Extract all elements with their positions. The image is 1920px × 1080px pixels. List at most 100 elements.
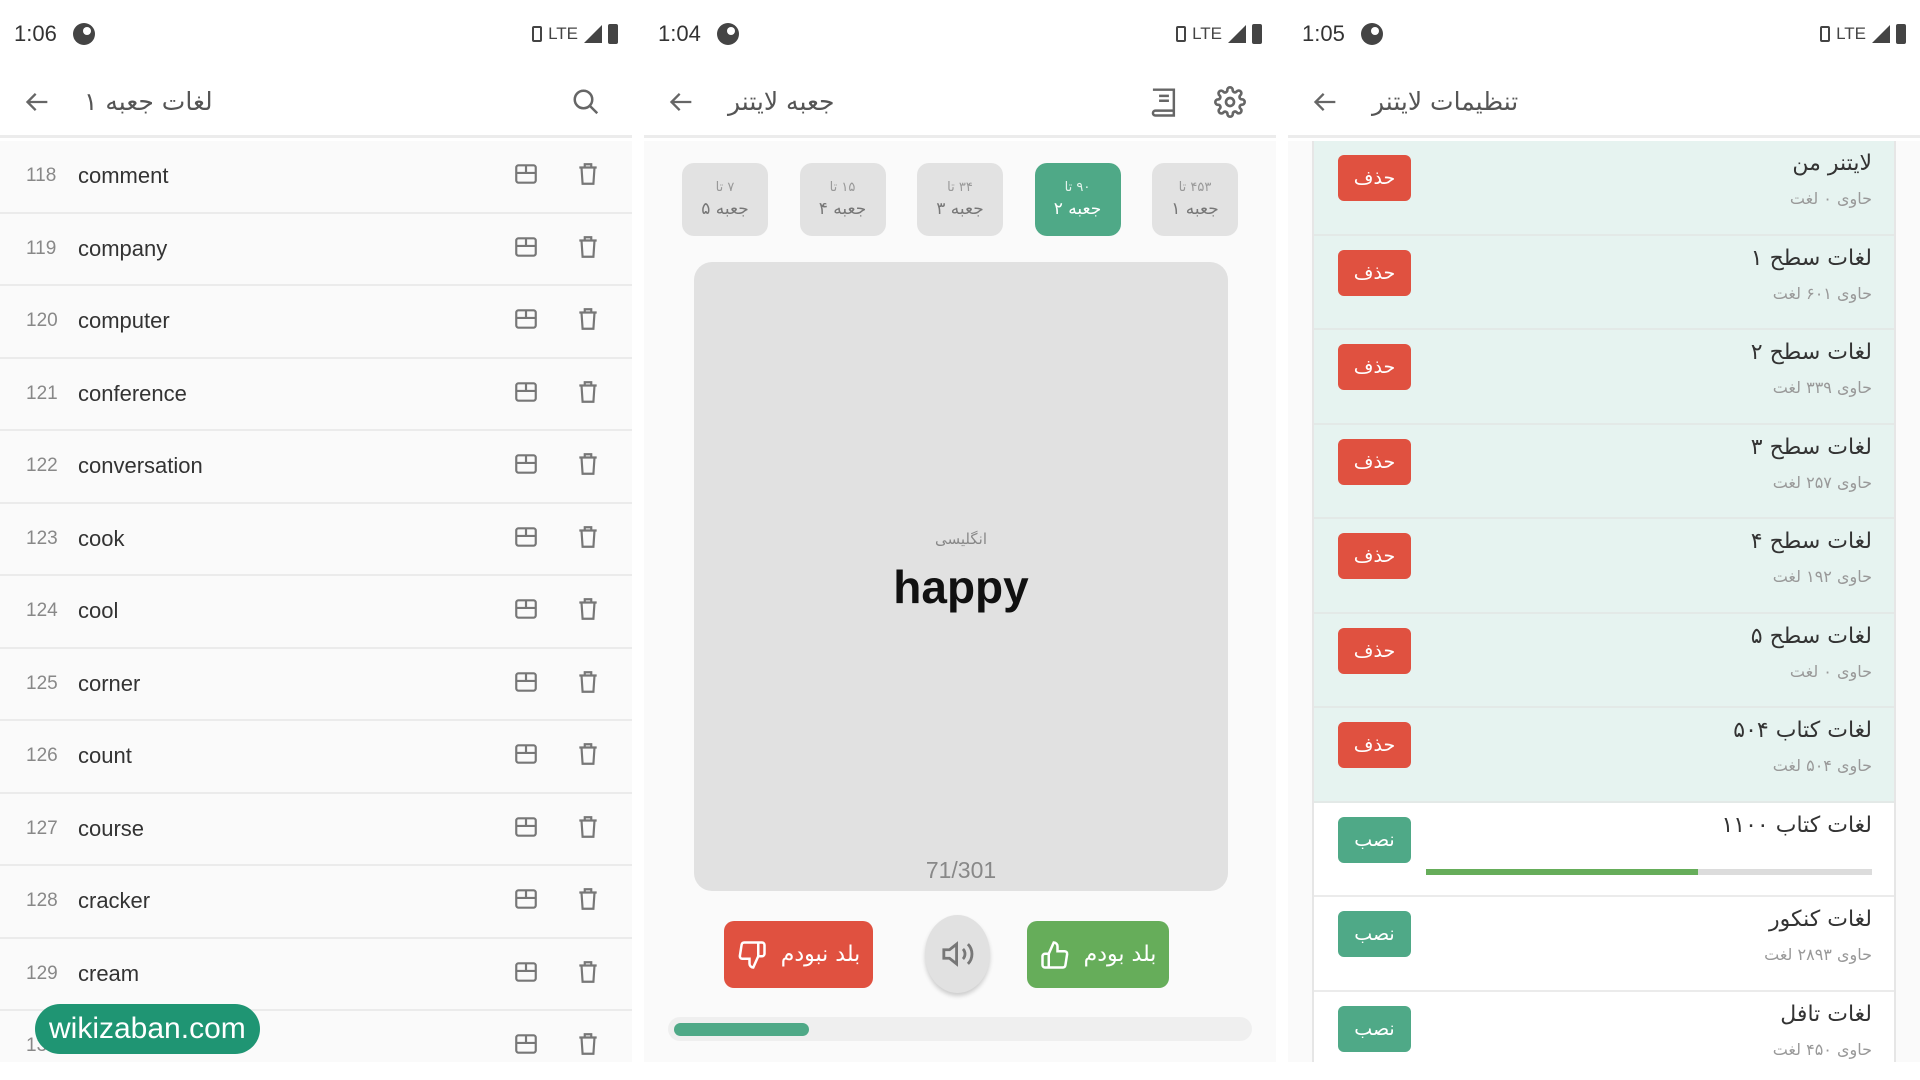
page-title: تنظیمات لایتنر [1372, 87, 1519, 116]
delete-word-button[interactable] [570, 376, 606, 412]
install-package-button[interactable]: نصب [1338, 911, 1411, 957]
package-subtitle: حاوی ۲۵۷ لغت [1772, 472, 1872, 492]
delete-word-button[interactable] [570, 158, 606, 194]
move-to-box-button[interactable] [508, 303, 544, 339]
word-row[interactable]: 118 comment [0, 141, 632, 214]
move-to-box-button[interactable] [508, 231, 544, 267]
word-number: 128 [26, 890, 58, 912]
word-number: 118 [26, 165, 57, 187]
box-tab-1[interactable]: ۴۵۳ تا جعبه ۱ [1152, 163, 1238, 236]
word-row[interactable]: 119 company [0, 214, 632, 286]
back-button[interactable] [1308, 84, 1344, 120]
notification-app-icon [72, 23, 95, 45]
move-to-box-button[interactable] [508, 376, 544, 412]
move-to-box-button[interactable] [508, 811, 544, 847]
trash-icon [575, 451, 601, 481]
move-to-box-button[interactable] [508, 448, 544, 484]
delete-word-button[interactable] [570, 231, 606, 267]
delete-word-button[interactable] [570, 521, 606, 557]
back-button[interactable] [664, 84, 700, 120]
box-tab-4[interactable]: ۱۵ تا جعبه ۴ [799, 163, 886, 236]
vibrate-icon [1820, 26, 1831, 42]
delete-word-button[interactable] [570, 811, 606, 847]
word-number: 125 [26, 672, 58, 694]
word-row[interactable]: 120 computer [0, 286, 632, 359]
delete-word-button[interactable] [570, 883, 606, 919]
delete-word-button[interactable] [570, 448, 606, 484]
move-to-box-button[interactable] [508, 158, 544, 194]
vibrate-icon [1176, 26, 1187, 42]
move-to-box-button[interactable] [508, 593, 544, 629]
delete-package-button[interactable]: حذف [1338, 344, 1411, 390]
word-row[interactable]: 122 conversation [0, 431, 632, 504]
word-list-button[interactable] [1146, 84, 1182, 120]
move-to-box-button[interactable] [508, 738, 544, 774]
knew-button[interactable]: بلد بودم [1027, 921, 1169, 988]
package-title: لغات سطح ۴ [1750, 529, 1872, 554]
move-to-box-button[interactable] [508, 666, 544, 702]
word-row[interactable]: 123 cook [0, 504, 632, 576]
network-type: LTE [1192, 24, 1222, 43]
word-row[interactable]: 124 cool [0, 576, 632, 649]
word-number: 120 [26, 310, 58, 332]
search-button[interactable] [568, 84, 604, 120]
delete-word-button[interactable] [570, 956, 606, 992]
word-row[interactable]: 127 course [0, 794, 632, 866]
box-name: جعبه ۴ [818, 199, 867, 219]
box-count: ۷ تا [715, 180, 735, 195]
word-text: conversation [78, 453, 203, 479]
package-row: لغات تافل حاوی ۴۵۰ لغت نصب [1314, 991, 1894, 1062]
delete-package-button[interactable]: حذف [1338, 627, 1411, 674]
didnt-know-button[interactable]: بلد نبودم [724, 921, 873, 988]
vibrate-icon [532, 26, 543, 42]
delete-word-button[interactable] [570, 593, 606, 629]
delete-package-button[interactable]: حذف [1338, 533, 1411, 579]
word-row[interactable]: 129 cream [0, 939, 632, 1011]
delete-word-button[interactable] [570, 738, 606, 774]
install-package-button[interactable]: نصب [1338, 1005, 1411, 1052]
box-tab-5[interactable]: ۷ تا جعبه ۵ [682, 163, 768, 236]
status-bar: 1:05 LTE [1288, 0, 1920, 68]
thumbs-up-icon [1040, 940, 1068, 969]
pronounce-button[interactable] [925, 915, 990, 993]
delete-package-button[interactable]: حذف [1338, 249, 1411, 296]
trash-icon [575, 596, 601, 626]
move-to-box-button[interactable] [508, 956, 544, 992]
box-tab-3[interactable]: ۳۴ تا جعبه ۳ [917, 163, 1003, 236]
word-text: cook [78, 525, 125, 551]
word-row[interactable]: 126 count [0, 721, 632, 794]
delete-word-button[interactable] [570, 666, 606, 702]
move-to-box-button[interactable] [508, 1028, 544, 1062]
flashcard[interactable]: انگلیسی happy 71/301 [694, 262, 1228, 891]
trash-icon [575, 306, 601, 336]
word-row[interactable]: 121 conference [0, 359, 632, 431]
install-package-button[interactable]: نصب [1338, 816, 1411, 863]
move-to-box-button[interactable] [508, 883, 544, 919]
word-number: 126 [26, 745, 58, 767]
word-text: company [78, 235, 168, 261]
package-row: لغات سطح ۱ حاوی ۶۰۱ لغت حذف [1314, 235, 1894, 330]
back-button[interactable] [20, 84, 56, 120]
box-tabs: ۴۵۳ تا جعبه ۱ ۹۰ تا جعبه ۲ ۳۴ تا جعبه ۳ ۱۵ تا ج… [682, 163, 1238, 236]
package-row: لایتنر من حاوی ۰ لغت حذف [1314, 141, 1894, 236]
package-subtitle: حاوی ۶۰۱ لغت [1772, 283, 1872, 303]
delete-package-button[interactable]: حذف [1338, 722, 1411, 768]
word-list-screen: 1:06 LTE لغات جعبه ۱ 118 comment 119 compan… [0, 0, 632, 1062]
move-to-box-button[interactable] [508, 521, 544, 557]
box-name: جعبه ۵ [701, 199, 749, 219]
package-list: لایتنر من حاوی ۰ لغت حذف لغات سطح ۱ حاوی ۶۰۱… [1312, 141, 1896, 1062]
word-text: conference [78, 380, 187, 406]
box-icon [513, 161, 539, 191]
signal-icon [1228, 25, 1246, 43]
word-row[interactable]: 125 corner [0, 649, 632, 721]
trash-icon [575, 379, 601, 409]
word-text: comment [78, 163, 169, 189]
delete-package-button[interactable]: حذف [1338, 438, 1411, 485]
delete-word-button[interactable] [570, 303, 606, 339]
delete-word-button[interactable] [570, 1028, 606, 1062]
settings-button[interactable] [1212, 84, 1248, 120]
word-row[interactable]: 128 cracker [0, 866, 632, 939]
delete-package-button[interactable]: حذف [1338, 155, 1411, 201]
box-tab-2[interactable]: ۹۰ تا جعبه ۲ [1034, 163, 1121, 236]
word-number: 123 [26, 527, 58, 549]
